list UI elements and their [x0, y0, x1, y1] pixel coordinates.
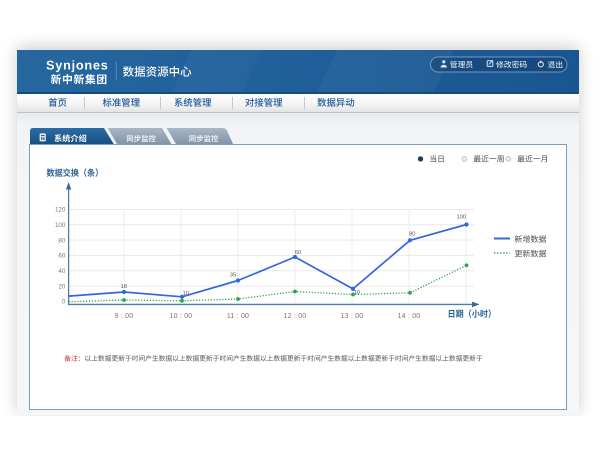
svg-text:60: 60: [58, 253, 65, 260]
svg-text:60: 60: [295, 250, 301, 256]
svg-text:80: 80: [58, 237, 65, 244]
svg-text:100: 100: [456, 215, 466, 221]
svg-text:9 : 00: 9 : 00: [115, 313, 134, 320]
svg-text:40: 40: [58, 268, 65, 275]
svg-text:18: 18: [120, 284, 126, 290]
svg-text:20: 20: [58, 283, 65, 290]
svg-text:10: 10: [354, 290, 360, 296]
svg-text:35: 35: [230, 273, 236, 279]
svg-text:120: 120: [55, 207, 66, 214]
svg-text:11 : 00: 11 : 00: [227, 313, 249, 320]
svg-text:12 : 00: 12 : 00: [284, 313, 307, 320]
svg-text:10 : 00: 10 : 00: [170, 313, 193, 320]
svg-text:14 : 00: 14 : 00: [398, 313, 421, 320]
svg-text:100: 100: [55, 222, 66, 229]
svg-text:10: 10: [183, 291, 189, 297]
svg-text:80: 80: [409, 231, 415, 237]
svg-text:0: 0: [62, 299, 66, 306]
svg-text:13 : 00: 13 : 00: [341, 313, 364, 320]
